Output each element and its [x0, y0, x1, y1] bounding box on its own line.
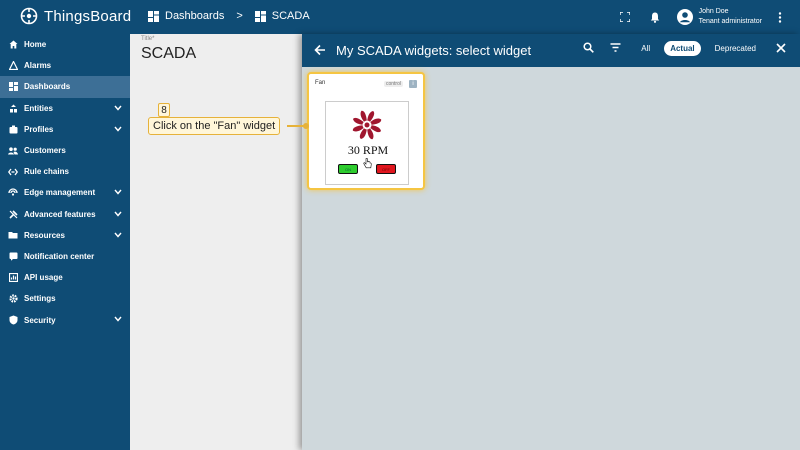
fan-on-button: ON [338, 164, 358, 174]
fullscreen-icon[interactable] [613, 5, 637, 29]
fan-rpm-value: 30 RPM [347, 143, 389, 157]
hand-cursor-icon [363, 158, 372, 169]
search-icon[interactable] [583, 42, 595, 55]
user-role: Tenant administrator [698, 18, 762, 25]
sidebar-item-settings[interactable]: Settings [0, 288, 130, 309]
fan-widget-card[interactable]: Fan control i 30 RPM ON OFF [307, 72, 425, 190]
notifications-bell-icon[interactable] [643, 5, 667, 29]
edge-icon [8, 188, 18, 198]
fan-off-button: OFF [376, 164, 396, 174]
sidebar-item-label: Notification center [24, 251, 95, 261]
title-field-label: Title* [141, 36, 155, 42]
tutorial-step-number: 8 [158, 103, 170, 117]
api-usage-icon [8, 273, 18, 283]
sidebar-item-label: Resources [24, 230, 65, 240]
close-icon[interactable] [776, 42, 786, 55]
fan-icon [352, 110, 382, 140]
sidebar-item-label: Settings [24, 294, 56, 304]
sidebar-item-entities[interactable]: Entities [0, 98, 130, 119]
user-name: John Doe [698, 8, 729, 15]
sidebar-item-label: Home [24, 40, 47, 50]
chevron-down-icon [114, 231, 122, 240]
sidebar-item-label: Advanced features [24, 209, 96, 219]
sidebar-item-rule-chains[interactable]: Rule chains [0, 161, 130, 182]
chevron-down-icon [114, 125, 122, 134]
filter-all-chip[interactable]: All [635, 41, 656, 56]
alarm-icon [8, 61, 18, 71]
panel-header: My SCADA widgets: select widget All Actu… [302, 34, 800, 67]
sidebar-item-label: Rule chains [24, 167, 69, 177]
widget-name: Fan [315, 80, 326, 86]
sidebar-item-edge-management[interactable]: Edge management [0, 182, 130, 203]
sidebar-item-api-usage[interactable]: API usage [0, 267, 130, 288]
panel-title: My SCADA widgets: select widget [336, 43, 532, 58]
sidebar-item-label: Entities [24, 103, 53, 113]
customers-icon [8, 146, 18, 156]
dashboard-edit-area: Title* SCADA [130, 34, 302, 450]
sidebar-item-label: Alarms [24, 61, 52, 71]
user-menu[interactable]: John Doe Tenant administrator [676, 7, 762, 27]
sidebar-item-resources[interactable]: Resources [0, 225, 130, 246]
shield-icon [8, 315, 18, 325]
filter-actual-chip[interactable]: Actual [664, 41, 701, 56]
sidebar: Home Alarms Dashboards Entities Profiles… [0, 34, 130, 450]
sidebar-item-home[interactable]: Home [0, 34, 130, 55]
sidebar-item-label: Dashboards [24, 82, 71, 92]
filter-deprecated-chip[interactable]: Deprecated [709, 41, 762, 56]
back-arrow-icon[interactable] [314, 43, 326, 61]
chevron-down-icon [114, 210, 122, 219]
chevron-down-icon [114, 104, 122, 113]
top-bar: ThingsBoard Dashboards > SCADA John Doe … [0, 0, 800, 34]
entities-icon [8, 103, 18, 113]
app-title: ThingsBoard [44, 7, 132, 25]
sidebar-item-label: API usage [24, 273, 63, 283]
title-field-value[interactable]: SCADA [141, 45, 196, 63]
folder-icon [8, 230, 18, 240]
rule-chains-icon [8, 167, 18, 177]
thingsboard-logo-icon [20, 7, 38, 25]
tutorial-callout: Click on the "Fan" widget [148, 117, 281, 135]
sidebar-item-profiles[interactable]: Profiles [0, 119, 130, 140]
filter-icon[interactable] [610, 43, 621, 54]
sidebar-item-label: Profiles [24, 124, 54, 134]
widget-tag: control [383, 81, 403, 87]
dashboard-icon [254, 10, 266, 22]
sidebar-item-label: Security [24, 315, 56, 325]
dashboard-icon [148, 10, 159, 22]
sidebar-item-security[interactable]: Security [0, 309, 130, 330]
notification-icon [8, 251, 18, 261]
profiles-icon [8, 124, 18, 134]
avatar-icon [676, 9, 693, 25]
callout-connector-dot [303, 123, 309, 129]
sidebar-item-customers[interactable]: Customers [0, 140, 130, 161]
chevron-down-icon [114, 315, 122, 324]
gear-icon [8, 294, 18, 304]
info-icon[interactable]: i [409, 80, 417, 88]
app-logo[interactable]: ThingsBoard [20, 7, 131, 25]
more-vert-icon[interactable] [768, 5, 792, 29]
tools-icon [8, 209, 18, 219]
sidebar-item-notification-center[interactable]: Notification center [0, 246, 130, 267]
widget-preview: 30 RPM ON OFF [325, 101, 409, 185]
top-actions: John Doe Tenant administrator [613, 0, 800, 34]
panel-tools: All Actual Deprecated [583, 41, 786, 56]
home-icon [8, 40, 18, 50]
chevron-down-icon [114, 188, 122, 197]
sidebar-item-advanced-features[interactable]: Advanced features [0, 204, 130, 225]
sidebar-item-dashboards[interactable]: Dashboards [0, 76, 130, 98]
dashboard-icon [8, 82, 18, 92]
sidebar-item-label: Customers [24, 146, 66, 156]
breadcrumb-separator: > [236, 10, 243, 22]
breadcrumb-dashboards[interactable]: Dashboards [165, 10, 224, 22]
sidebar-item-alarms[interactable]: Alarms [0, 55, 130, 76]
sidebar-item-label: Edge management [24, 188, 96, 198]
breadcrumb: Dashboards > SCADA [148, 10, 310, 22]
breadcrumb-scada: SCADA [271, 10, 310, 22]
